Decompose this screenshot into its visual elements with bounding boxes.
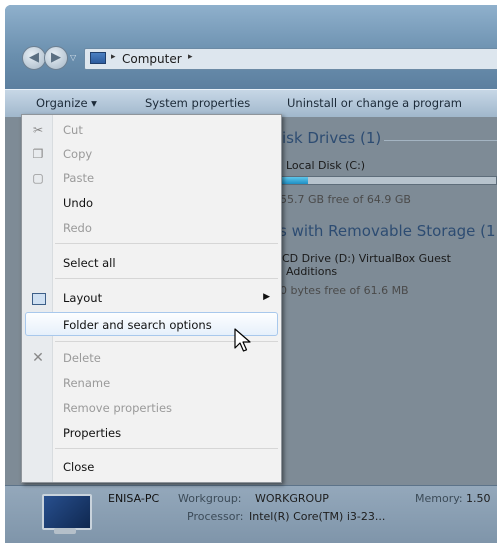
address-bar[interactable]: ▸ Computer ▸ (84, 48, 497, 70)
menu-item-label: Close (63, 460, 95, 474)
local-disk-free-space: 55.7 GB free of 64.9 GB (280, 193, 411, 206)
menu-item-label: Remove properties (63, 401, 173, 415)
menu-item-undo[interactable]: Undo (22, 191, 281, 215)
menu-item-redo[interactable]: Redo (22, 216, 281, 240)
breadcrumb-chevron-icon[interactable]: ▸ (188, 52, 193, 62)
uninstall-program-button[interactable]: Uninstall or change a program (287, 96, 462, 110)
workgroup-value: WORKGROUP (255, 492, 329, 505)
memory-label: Memory: (415, 492, 463, 505)
menu-item-label: Select all (63, 256, 116, 270)
menu-item-cut[interactable]: ✂ Cut (22, 118, 281, 142)
processor-label: Processor: (187, 510, 244, 523)
layout-icon (32, 293, 46, 305)
details-pane: ENISA-PC Workgroup: WORKGROUP Memory: 1.… (5, 485, 497, 543)
organize-menu: ✂ Cut ❐ Copy ▢ Paste Undo Redo Select al… (21, 114, 282, 483)
computer-name: ENISA-PC (108, 492, 160, 505)
menu-item-remove-properties[interactable]: Remove properties (22, 396, 281, 420)
menu-separator (55, 448, 278, 449)
computer-stand (54, 528, 76, 534)
mouse-pointer-icon (234, 328, 251, 352)
processor-value: Intel(R) Core(TM) i3-23... (249, 510, 386, 523)
memory-value: 1.50 (466, 492, 491, 505)
menu-item-select-all[interactable]: Select all (22, 251, 281, 275)
removable-storage-header[interactable]: s with Removable Storage (1 (279, 222, 496, 240)
cd-drive-label-line2[interactable]: Additions (286, 265, 337, 278)
computer-icon (42, 494, 92, 530)
menu-item-label: Folder and search options (63, 318, 212, 332)
workgroup-label: Workgroup: (178, 492, 242, 505)
menu-item-label: Undo (63, 196, 94, 210)
menu-separator (55, 278, 278, 279)
menu-item-label: Copy (63, 147, 93, 161)
breadcrumb-chevron-icon[interactable]: ▸ (111, 52, 116, 62)
local-disk-usage-bar (276, 176, 497, 185)
menu-item-copy[interactable]: ❐ Copy (22, 142, 281, 166)
cd-drive-label[interactable]: CD Drive (D:) VirtualBox Guest (282, 252, 451, 265)
menu-item-paste[interactable]: ▢ Paste (22, 166, 281, 190)
menu-item-label: Paste (63, 171, 95, 185)
computer-folder-icon (90, 52, 106, 64)
forward-button[interactable]: ▶ (44, 46, 68, 70)
recent-pages-dropdown[interactable]: ▽ (70, 53, 76, 62)
organize-button[interactable]: Organize ▾ (36, 96, 97, 110)
copy-icon: ❐ (32, 147, 44, 161)
menu-item-label: Redo (63, 221, 92, 235)
window-header (5, 5, 497, 89)
menu-item-label: Cut (63, 123, 83, 137)
system-properties-button[interactable]: System properties (145, 96, 250, 110)
paste-icon: ▢ (32, 171, 44, 185)
menu-item-label: Layout (63, 291, 103, 305)
back-arrow-icon: ◀ (29, 50, 39, 65)
delete-x-icon: ✕ (32, 350, 44, 366)
section-divider (384, 140, 497, 141)
menu-item-label: Rename (63, 376, 111, 390)
menu-item-rename[interactable]: Rename (22, 371, 281, 395)
menu-item-properties[interactable]: Properties (22, 421, 281, 445)
forward-arrow-icon: ▶ (51, 50, 61, 65)
submenu-arrow-icon: ▶ (263, 292, 270, 302)
menu-item-layout[interactable]: Layout ▶ (22, 286, 281, 310)
menu-item-label: Properties (63, 426, 122, 440)
cd-drive-free-space: 0 bytes free of 61.6 MB (280, 284, 409, 297)
menu-item-close[interactable]: Close (22, 455, 281, 479)
back-button[interactable]: ◀ (22, 46, 46, 70)
local-disk-label[interactable]: Local Disk (C:) (286, 159, 365, 172)
hard-disk-drives-header[interactable]: isk Drives (1) (282, 129, 381, 147)
scissors-icon: ✂ (32, 123, 44, 137)
breadcrumb-computer[interactable]: Computer (122, 52, 182, 66)
menu-item-label: Delete (63, 351, 101, 365)
menu-separator (55, 243, 278, 244)
